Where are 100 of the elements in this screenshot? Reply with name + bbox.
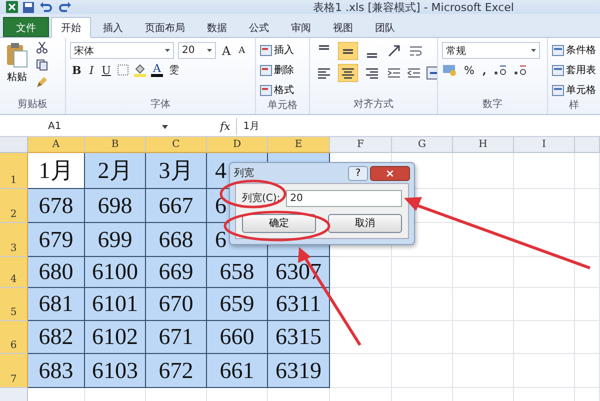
group-label: 字体: [150, 98, 172, 112]
ribbon-tab[interactable]: 数据: [197, 17, 237, 37]
fill-color-icon[interactable]: [132, 63, 147, 77]
row-header[interactable]: 2: [0, 189, 28, 223]
percent-button[interactable]: %: [462, 64, 476, 76]
copy-icon[interactable]: [36, 59, 48, 71]
help-button[interactable]: ?: [348, 166, 368, 180]
group-label: 单元格: [266, 98, 298, 113]
ribbon-tab[interactable]: 插入: [93, 17, 133, 37]
table-cell: 667: [146, 189, 207, 223]
column-header[interactable]: G: [392, 137, 453, 153]
table-cell: [575, 321, 600, 354]
styles-icon: [552, 64, 564, 76]
font-size-field[interactable]: 20: [178, 42, 216, 59]
formula-field[interactable]: 1月: [236, 118, 600, 135]
table-cell: [575, 189, 600, 223]
cells-menu-button[interactable]: 插入: [260, 42, 294, 58]
paste-button[interactable]: 粘贴: [4, 42, 30, 97]
phonetic-button[interactable]: 雯: [166, 63, 181, 77]
increase-decimal-icon[interactable]: [492, 63, 508, 77]
column-width-field[interactable]: 20: [286, 190, 402, 206]
row-header[interactable]: 3: [0, 223, 28, 257]
brush-icon[interactable]: [36, 76, 48, 88]
table-cell: 6100: [85, 257, 146, 288]
column-header[interactable]: B: [85, 137, 146, 153]
ribbon-tab[interactable]: 公式: [239, 17, 279, 37]
table-cell: 678: [28, 189, 85, 223]
ribbon-tab[interactable]: 开始: [51, 17, 91, 38]
styles-menu-button[interactable]: 条件格: [552, 42, 596, 58]
font-color-button[interactable]: A: [150, 63, 163, 77]
table-cell: [575, 257, 600, 288]
number-format-field[interactable]: 常规: [442, 42, 540, 59]
table-cell: [392, 257, 453, 288]
table-cell: [575, 354, 600, 388]
border-icon[interactable]: [116, 64, 129, 76]
column-header[interactable]: E: [268, 137, 330, 153]
styles-menu-button[interactable]: 套用表: [552, 62, 596, 78]
table-cell: 6101: [85, 288, 146, 321]
table-cell: [514, 354, 575, 388]
styles-icon: [552, 44, 564, 56]
decrease-decimal-icon[interactable]: [512, 63, 528, 77]
column-header[interactable]: C: [146, 137, 207, 153]
row-header[interactable]: 1: [0, 153, 28, 189]
table-cell: [392, 354, 453, 388]
caret-icon: [531, 49, 536, 52]
column-header[interactable]: A: [28, 137, 85, 153]
table-cell: 659: [207, 288, 268, 321]
caret-icon: [162, 124, 168, 128]
ok-button[interactable]: 确定: [242, 214, 316, 232]
table-cell: [514, 288, 575, 321]
cancel-button[interactable]: 取消: [328, 214, 402, 232]
row-header[interactable]: 4: [0, 257, 28, 288]
cells-menu-button[interactable]: 删除: [260, 62, 294, 78]
styles-menu-button[interactable]: 单元格: [552, 82, 596, 98]
column-header[interactable]: I: [514, 137, 575, 153]
caret-icon: [165, 49, 170, 52]
table-cell: [453, 354, 514, 388]
column-header[interactable]: D: [207, 137, 268, 153]
ribbon-tab[interactable]: 审阅: [281, 17, 321, 37]
indent-icon[interactable]: [406, 66, 422, 80]
table-cell: [575, 223, 600, 257]
row-header[interactable]: 5: [0, 288, 28, 321]
cells-menu-button[interactable]: 格式: [260, 82, 294, 98]
table-cell: 658: [207, 257, 268, 288]
save-icon[interactable]: [23, 2, 34, 12]
redo-icon[interactable]: [58, 2, 72, 12]
text-align-icon[interactable]: [338, 64, 358, 82]
cells-icon: [260, 84, 272, 96]
cut-icon[interactable]: [36, 42, 48, 54]
insert-function-button[interactable]: fx: [214, 120, 236, 133]
table-cell: 6319: [268, 354, 330, 388]
close-button[interactable]: ×: [370, 166, 410, 180]
wrap-text-icon[interactable]: [408, 44, 424, 58]
name-box[interactable]: A1: [0, 119, 174, 134]
column-header[interactable]: F: [330, 137, 392, 153]
row-header[interactable]: 7: [0, 354, 28, 388]
row-header[interactable]: 6: [0, 321, 28, 354]
underline-button[interactable]: U: [100, 64, 113, 76]
indent-icon[interactable]: [386, 66, 402, 80]
shrink-font-button[interactable]: A: [236, 46, 248, 56]
bold-button[interactable]: B: [70, 64, 84, 76]
table-cell: 668: [146, 223, 207, 257]
column-header[interactable]: H: [453, 137, 514, 153]
comma-button[interactable]: ,: [480, 64, 488, 76]
ribbon-tab[interactable]: 视图: [323, 17, 363, 37]
ribbon-tab[interactable]: 团队: [365, 17, 405, 37]
vertical-align-icon[interactable]: [338, 42, 358, 60]
table-cell: 699: [85, 223, 146, 257]
table-cell: [514, 189, 575, 223]
clipboard-icon: [6, 42, 28, 68]
undo-icon[interactable]: [39, 2, 53, 12]
grow-font-button[interactable]: A: [220, 44, 233, 58]
ribbon-tab[interactable]: 页面布局: [135, 17, 195, 37]
table-cell: [575, 153, 600, 189]
font-name-field[interactable]: 宋体: [70, 42, 174, 59]
italic-button[interactable]: I: [87, 64, 96, 76]
table-cell: [330, 288, 392, 321]
group-label: 剪贴板: [16, 98, 48, 112]
ribbon-tab[interactable]: 文件: [3, 17, 49, 37]
table-cell: 683: [28, 354, 85, 388]
